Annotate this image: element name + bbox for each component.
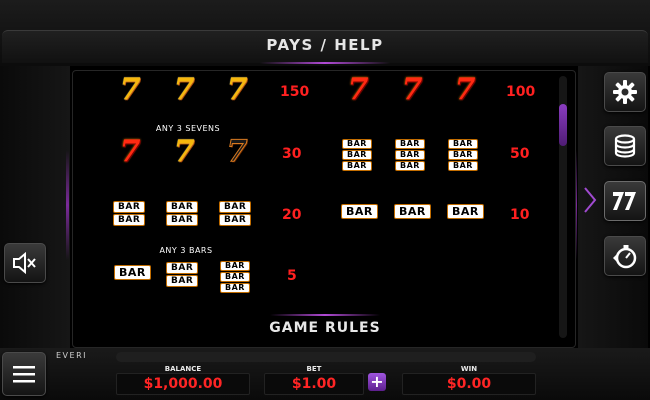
double-bar-symbol: BAR BAR	[166, 262, 199, 287]
bar-label: BAR	[341, 204, 378, 219]
bar-label: BAR	[448, 139, 478, 149]
single-bar-symbol: BAR	[447, 204, 484, 219]
bar-label: BAR	[166, 201, 199, 213]
bar-label: BAR	[113, 214, 146, 226]
bar-label: BAR	[395, 150, 425, 160]
bar-label: BAR	[342, 139, 372, 149]
hamburger-icon	[13, 366, 35, 383]
rules-glow	[270, 314, 380, 316]
stopwatch-icon	[613, 245, 637, 269]
bar-label: BAR	[448, 150, 478, 160]
bar-label: BAR	[113, 201, 146, 213]
increase-bet-button[interactable]: +	[368, 373, 386, 391]
menu-button[interactable]	[2, 352, 46, 396]
coin-stack-icon	[614, 134, 636, 158]
red-seven-symbol: 7	[119, 134, 141, 169]
red-seven-symbol: 7	[347, 72, 369, 107]
bar-label: BAR	[219, 201, 252, 213]
payout-value: 50	[510, 146, 530, 162]
bar-label: BAR	[220, 283, 250, 293]
triple-bar-symbol: BAR BAR BAR	[448, 139, 478, 171]
left-accent	[66, 150, 69, 260]
bar-label: BAR	[166, 214, 199, 226]
page-title: PAYS / HELP	[266, 36, 384, 54]
black-seven-symbol: 7	[226, 134, 248, 169]
bar-label: BAR	[447, 204, 484, 219]
win-label: WIN	[460, 365, 478, 373]
payout-value: 5	[287, 268, 297, 284]
red-seven-symbol: 7	[454, 72, 476, 107]
gold-seven-symbol: 7	[173, 134, 195, 169]
payout-value: 20	[282, 207, 302, 223]
bar-label: BAR	[220, 272, 250, 282]
bar-label: BAR	[342, 161, 372, 171]
bar-label: BAR	[166, 275, 199, 287]
paytable-button[interactable]	[604, 181, 646, 221]
single-bar-symbol: BAR	[114, 265, 151, 280]
red-seven-symbol: 7	[401, 72, 423, 107]
bar-label: BAR	[219, 214, 252, 226]
bar-label: BAR	[342, 150, 372, 160]
gear-icon	[613, 80, 637, 104]
bar-label: BAR	[395, 161, 425, 171]
combo-note: ANY 3 SEVENS	[155, 124, 221, 133]
payout-value: 30	[282, 146, 302, 162]
single-bar-symbol: BAR	[394, 204, 431, 219]
payout-value: 10	[510, 207, 530, 223]
sevens-icon	[613, 192, 636, 210]
settings-button[interactable]	[604, 72, 646, 112]
status-strip	[116, 352, 536, 362]
left-rail	[0, 66, 70, 348]
double-bar-symbol: BAR BAR	[219, 201, 252, 226]
bar-label: BAR	[394, 204, 431, 219]
gold-seven-symbol: 7	[119, 72, 141, 107]
bar-label: BAR	[114, 265, 151, 280]
double-bar-symbol: BAR BAR	[113, 201, 146, 226]
triple-bar-symbol: BAR BAR BAR	[220, 261, 250, 293]
triple-bar-symbol: BAR BAR BAR	[395, 139, 425, 171]
chevron-right-icon	[584, 187, 597, 213]
balance-label: BALANCE	[164, 365, 202, 373]
bar-label: BAR	[166, 262, 199, 274]
triple-bar-symbol: BAR BAR BAR	[342, 139, 372, 171]
bet-value: $1.00	[264, 373, 364, 395]
payout-value: 100	[506, 84, 536, 100]
single-bar-symbol: BAR	[341, 204, 378, 219]
game-rules-heading: GAME RULES	[269, 320, 381, 336]
bar-label: BAR	[395, 139, 425, 149]
paytable-panel	[72, 70, 576, 348]
balance-value: $1,000.00	[116, 373, 250, 395]
title-glow	[260, 62, 390, 64]
speaker-muted-icon	[13, 252, 36, 274]
gold-seven-symbol: 7	[173, 72, 195, 107]
sound-toggle-button[interactable]	[4, 243, 46, 283]
autoplay-button[interactable]	[604, 236, 646, 276]
bar-label: BAR	[448, 161, 478, 171]
combo-note: ANY 3 BARS	[159, 246, 213, 255]
bet-label: BET	[306, 365, 322, 373]
scrollbar-thumb[interactable]	[559, 104, 567, 146]
bar-label: BAR	[220, 261, 250, 271]
gold-seven-symbol: 7	[226, 72, 248, 107]
brand-logo: EVERI	[56, 351, 87, 360]
double-bar-symbol: BAR BAR	[166, 201, 199, 226]
payout-value: 150	[280, 84, 310, 100]
bet-coins-button[interactable]	[604, 126, 646, 166]
win-value: $0.00	[402, 373, 536, 395]
